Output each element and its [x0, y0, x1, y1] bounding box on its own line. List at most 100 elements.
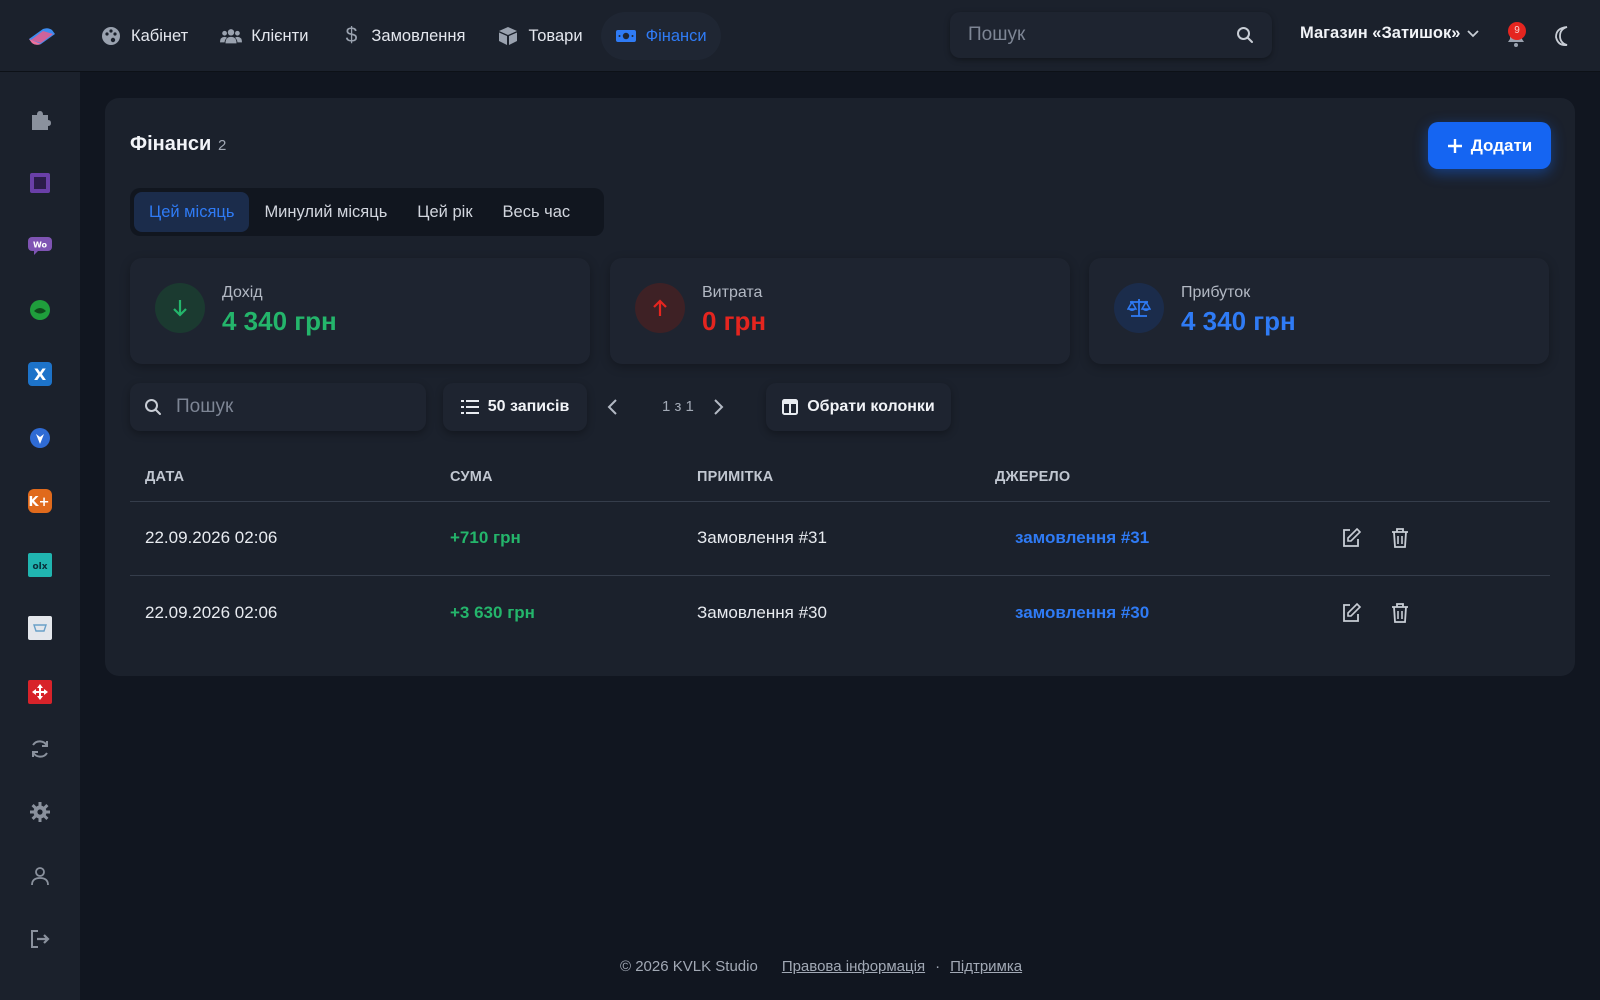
cell-note: Замовлення #30 [697, 603, 827, 622]
global-search-input[interactable] [968, 24, 1236, 46]
sync-icon[interactable] [26, 735, 54, 763]
tab-last-month[interactable]: Минулий місяць [249, 192, 402, 232]
trash-icon[interactable] [1389, 527, 1411, 549]
svg-text:olx: olx [32, 562, 47, 572]
cell-sum: +3 630 грн [450, 603, 535, 622]
x-app-icon[interactable]: X [26, 360, 54, 388]
record-count: 2 [218, 137, 227, 154]
trash-icon[interactable] [1389, 602, 1411, 624]
nav-products[interactable]: Товари [483, 12, 596, 60]
chevron-down-icon [1467, 29, 1480, 37]
moon-icon[interactable] [1552, 24, 1576, 48]
cell-date: 22.09.2026 02:06 [145, 603, 278, 622]
column-header-sum[interactable]: СУМА [450, 469, 493, 485]
sidebar: Wo X K+ olx [0, 72, 80, 1000]
columns-icon [782, 399, 799, 415]
search-icon [145, 399, 161, 415]
table-header: ДАТА СУМА ПРИМІТКА ДЖЕРЕЛО [130, 458, 1550, 502]
expense-stat: Витрата 0 грн [610, 258, 1070, 364]
tab-all-time[interactable]: Весь час [488, 192, 586, 232]
logo-icon[interactable] [26, 24, 58, 48]
pager-status: 1 з 1 [662, 398, 694, 415]
nav-label: Кабінет [131, 26, 189, 45]
box-icon [497, 25, 519, 47]
user-icon[interactable] [26, 862, 54, 890]
profit-label: Прибуток [1181, 284, 1251, 301]
per-page-label: 50 записів [487, 398, 570, 415]
column-header-source[interactable]: ДЖЕРЕЛО [995, 469, 1070, 485]
footer-separator: · [935, 958, 941, 975]
nav-orders[interactable]: $ Замовлення [326, 12, 479, 60]
dollar-icon: $ [345, 24, 358, 47]
page-title: Фінанси [130, 133, 212, 155]
column-header-note[interactable]: ПРИМІТКА [697, 469, 773, 485]
global-search[interactable] [950, 12, 1272, 58]
users-icon [220, 25, 243, 47]
svg-text:K+: K+ [29, 495, 50, 510]
choose-columns-button[interactable]: Обрати колонки [766, 383, 951, 431]
choose-columns-label: Обрати колонки [807, 398, 935, 415]
red-app-icon[interactable] [26, 678, 54, 706]
nav-clients[interactable]: Клієнти [206, 12, 322, 60]
nav-label: Клієнти [251, 26, 309, 45]
gear-icon[interactable] [26, 798, 54, 826]
per-page-button[interactable]: 50 записів [443, 383, 587, 431]
footer: © 2026 KVLK Studio Правова інформація · … [620, 958, 1022, 975]
cell-note: Замовлення #31 [697, 528, 827, 547]
cell-sum: +710 грн [450, 528, 521, 547]
income-label: Дохід [222, 284, 263, 301]
nav-label: Фінанси [645, 26, 707, 45]
tab-this-month[interactable]: Цей місяць [134, 192, 250, 232]
store-selector[interactable]: Магазин «Затишок» [1300, 24, 1480, 43]
arrow-up-icon [635, 283, 685, 333]
store-name: Магазин «Затишок» [1300, 24, 1461, 42]
cell-date: 22.09.2026 02:06 [145, 528, 278, 547]
woo-icon[interactable]: Wo [26, 232, 54, 260]
square-app-icon[interactable] [26, 169, 54, 197]
table-row: 22.09.2026 02:06 +710 грн Замовлення #31… [130, 502, 1550, 576]
chevron-right-icon[interactable] [708, 397, 728, 417]
add-button-label: Додати [1470, 135, 1533, 155]
scale-icon [1114, 283, 1164, 333]
money-icon [615, 25, 637, 47]
add-button[interactable]: Додати [1428, 122, 1551, 169]
cell-source-link[interactable]: замовлення #31 [1015, 528, 1149, 548]
support-link[interactable]: Підтримка [950, 958, 1022, 975]
tab-this-year[interactable]: Цей рік [402, 192, 487, 232]
palette-icon [100, 25, 122, 47]
green-app-icon[interactable] [26, 296, 54, 324]
shield-app-icon[interactable] [26, 424, 54, 452]
cell-source-link[interactable]: замовлення #30 [1015, 603, 1149, 623]
search-icon[interactable] [1236, 26, 1254, 44]
income-stat: Дохід 4 340 грн [130, 258, 590, 364]
copyright: © 2026 KVLK Studio [620, 958, 758, 975]
plus-icon [1447, 138, 1462, 153]
column-header-date[interactable]: ДАТА [145, 469, 184, 485]
nav-finance[interactable]: Фінанси [600, 12, 721, 60]
main-nav: Кабінет Клієнти $ Замовлення Товари Фіна… [86, 12, 721, 60]
table-row: 22.09.2026 02:06 +3 630 грн Замовлення #… [130, 577, 1550, 651]
top-navbar: Кабінет Клієнти $ Замовлення Товари Фіна… [0, 0, 1600, 72]
logout-icon[interactable] [26, 925, 54, 953]
arrow-down-icon [155, 283, 205, 333]
profit-value: 4 340 грн [1181, 306, 1296, 336]
puzzle-icon[interactable] [26, 106, 54, 134]
svg-text:X: X [34, 365, 47, 384]
legal-link[interactable]: Правова інформація [782, 958, 925, 975]
nav-dashboard[interactable]: Кабінет [86, 12, 202, 60]
chevron-left-icon[interactable] [603, 397, 623, 417]
table-search[interactable] [130, 383, 426, 431]
profit-stat: Прибуток 4 340 грн [1089, 258, 1549, 364]
olx-icon[interactable]: olx [26, 551, 54, 579]
notification-badge: 9 [1508, 22, 1526, 40]
edit-icon[interactable] [1340, 527, 1362, 549]
nav-label: Товари [528, 26, 583, 45]
table-search-input[interactable] [176, 396, 406, 418]
finance-card: Фінанси 2 Додати Цей місяць Минулий міся… [105, 98, 1575, 676]
cart-app-icon[interactable] [26, 614, 54, 642]
period-tabs: Цей місяць Минулий місяць Цей рік Весь ч… [130, 188, 604, 236]
k-app-icon[interactable]: K+ [26, 487, 54, 515]
edit-icon[interactable] [1340, 602, 1362, 624]
expense-value: 0 грн [702, 306, 767, 336]
expense-label: Витрата [702, 284, 763, 301]
